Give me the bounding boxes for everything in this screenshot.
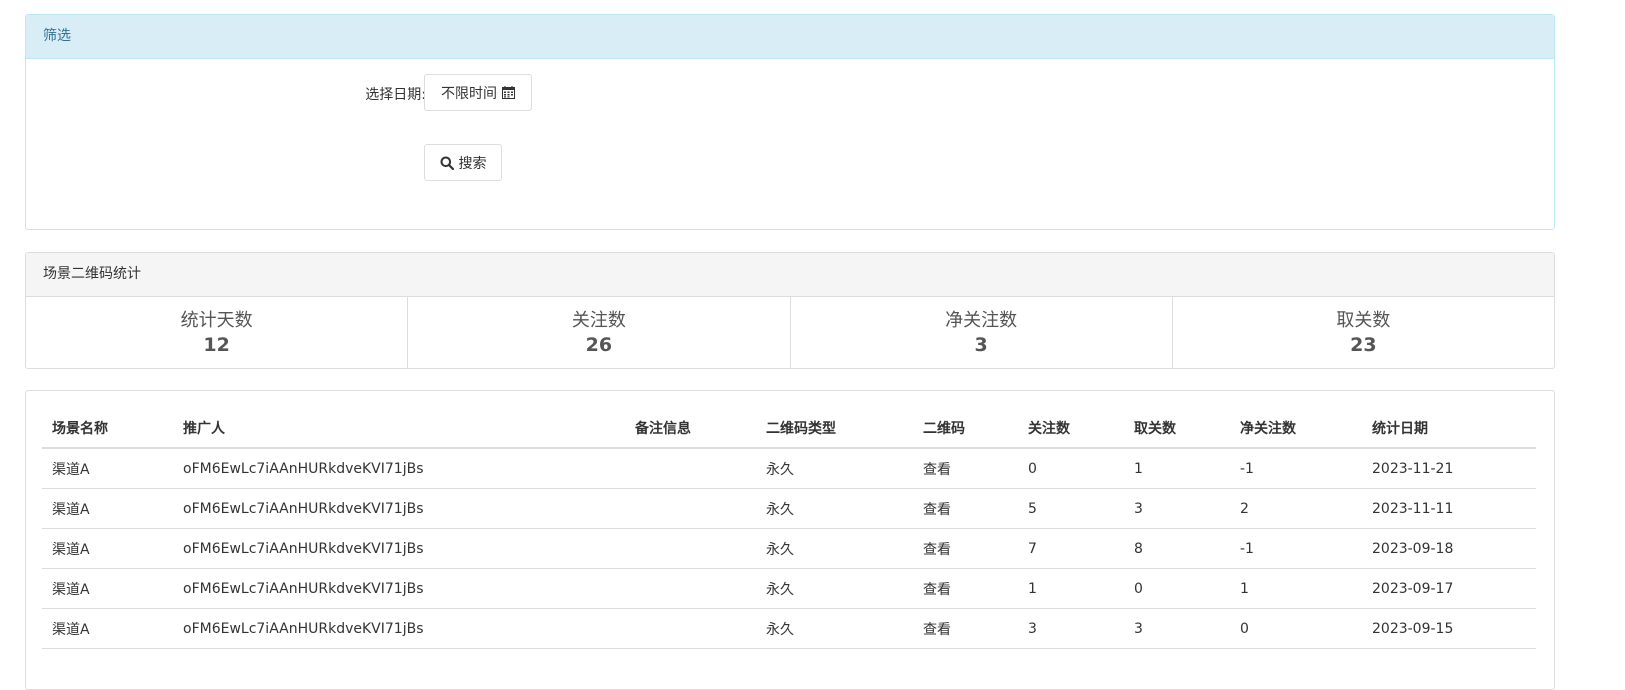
cell-qrcode-view-link[interactable]: 查看 [913, 488, 1018, 529]
stat-follows: 关注数 26 [408, 297, 791, 369]
cell-date: 2023-09-15 [1362, 608, 1536, 649]
cell-follows: 0 [1018, 448, 1124, 489]
table-panel: 场景名称 推广人 备注信息 二维码类型 二维码 关注数 取关数 净关注数 统计日… [25, 390, 1555, 690]
cell-net-follows: 2 [1230, 488, 1362, 529]
cell-net-follows: 0 [1230, 608, 1362, 649]
stat-label: 净关注数 [945, 310, 1018, 331]
table-header-row: 场景名称 推广人 备注信息 二维码类型 二维码 关注数 取关数 净关注数 统计日… [42, 409, 1536, 449]
table-row: 渠道A oFM6EwLc7iAAnHURkdveKVI71jBs 永久 查看 5… [42, 488, 1536, 529]
cell-date: 2023-11-21 [1362, 448, 1536, 489]
col-header-net-follows[interactable]: 净关注数 [1230, 409, 1362, 449]
cell-promoter: oFM6EwLc7iAAnHURkdveKVI71jBs [173, 608, 625, 649]
cell-remark [625, 608, 756, 649]
col-header-unfollows[interactable]: 取关数 [1124, 409, 1230, 449]
cell-net-follows: -1 [1230, 528, 1362, 569]
cell-net-follows: -1 [1230, 448, 1362, 489]
cell-unfollows: 3 [1124, 488, 1230, 529]
cell-qrcode-type: 永久 [756, 568, 913, 609]
stat-days: 统计天数 12 [26, 297, 409, 369]
qrcode-stats-table: 场景名称 推广人 备注信息 二维码类型 二维码 关注数 取关数 净关注数 统计日… [42, 409, 1536, 649]
cell-promoter: oFM6EwLc7iAAnHURkdveKVI71jBs [173, 528, 625, 569]
cell-scene-name: 渠道A [42, 488, 173, 529]
stats-panel: 场景二维码统计 统计天数 12 关注数 26 净关注数 3 取关数 23 [25, 252, 1555, 369]
table-row: 渠道A oFM6EwLc7iAAnHURkdveKVI71jBs 永久 查看 1… [42, 568, 1536, 609]
col-header-promoter[interactable]: 推广人 [173, 409, 625, 449]
cell-qrcode-view-link[interactable]: 查看 [913, 568, 1018, 609]
stats-row: 统计天数 12 关注数 26 净关注数 3 取关数 23 [26, 297, 1554, 369]
cell-date: 2023-11-11 [1362, 488, 1536, 529]
stat-label: 取关数 [1336, 310, 1391, 331]
col-header-follows[interactable]: 关注数 [1018, 409, 1124, 449]
date-range-label: 不限时间 [441, 85, 497, 102]
calendar-icon [502, 86, 515, 99]
search-button[interactable]: 搜索 [424, 144, 502, 181]
cell-scene-name: 渠道A [42, 448, 173, 489]
cell-follows: 3 [1018, 608, 1124, 649]
cell-unfollows: 1 [1124, 448, 1230, 489]
date-label: 选择日期: [365, 87, 426, 103]
stat-value: 26 [585, 334, 613, 356]
cell-qrcode-type: 永久 [756, 488, 913, 529]
filter-panel: 筛选 选择日期: 不限时间 搜索 [25, 14, 1555, 230]
cell-date: 2023-09-17 [1362, 568, 1536, 609]
cell-promoter: oFM6EwLc7iAAnHURkdveKVI71jBs [173, 488, 625, 529]
cell-scene-name: 渠道A [42, 608, 173, 649]
cell-net-follows: 1 [1230, 568, 1362, 609]
cell-qrcode-view-link[interactable]: 查看 [913, 528, 1018, 569]
col-header-qrcode-type[interactable]: 二维码类型 [756, 409, 913, 449]
stat-label: 关注数 [571, 310, 626, 331]
cell-follows: 5 [1018, 488, 1124, 529]
cell-remark [625, 568, 756, 609]
date-range-button[interactable]: 不限时间 [424, 74, 532, 111]
cell-scene-name: 渠道A [42, 528, 173, 569]
table-row: 渠道A oFM6EwLc7iAAnHURkdveKVI71jBs 永久 查看 7… [42, 528, 1536, 569]
cell-promoter: oFM6EwLc7iAAnHURkdveKVI71jBs [173, 448, 625, 489]
cell-unfollows: 3 [1124, 608, 1230, 649]
stat-value: 12 [203, 334, 230, 356]
cell-promoter: oFM6EwLc7iAAnHURkdveKVI71jBs [173, 568, 625, 609]
search-button-label: 搜索 [458, 155, 487, 172]
stats-panel-title: 场景二维码统计 [26, 253, 1554, 297]
col-header-qrcode[interactable]: 二维码 [913, 409, 1018, 449]
filter-panel-title: 筛选 [26, 15, 1554, 59]
cell-qrcode-view-link[interactable]: 查看 [913, 448, 1018, 489]
cell-remark [625, 448, 756, 489]
col-header-remark[interactable]: 备注信息 [625, 409, 756, 449]
col-header-scene-name[interactable]: 场景名称 [42, 409, 173, 449]
stat-label: 统计天数 [180, 310, 253, 331]
cell-qrcode-type: 永久 [756, 448, 913, 489]
cell-qrcode-type: 永久 [756, 608, 913, 649]
search-icon [440, 156, 454, 170]
cell-remark [625, 528, 756, 569]
col-header-date[interactable]: 统计日期 [1362, 409, 1536, 449]
cell-remark [625, 488, 756, 529]
cell-date: 2023-09-18 [1362, 528, 1536, 569]
stat-value: 23 [1350, 334, 1377, 356]
cell-unfollows: 8 [1124, 528, 1230, 569]
stat-net-follows: 净关注数 3 [791, 297, 1173, 369]
cell-follows: 7 [1018, 528, 1124, 569]
cell-qrcode-type: 永久 [756, 528, 913, 569]
table-row: 渠道A oFM6EwLc7iAAnHURkdveKVI71jBs 永久 查看 0… [42, 448, 1536, 489]
cell-qrcode-view-link[interactable]: 查看 [913, 608, 1018, 649]
cell-scene-name: 渠道A [42, 568, 173, 609]
cell-follows: 1 [1018, 568, 1124, 609]
cell-unfollows: 0 [1124, 568, 1230, 609]
stat-value: 3 [974, 334, 988, 356]
table-row: 渠道A oFM6EwLc7iAAnHURkdveKVI71jBs 永久 查看 3… [42, 608, 1536, 649]
stat-unfollows: 取关数 23 [1173, 297, 1554, 369]
